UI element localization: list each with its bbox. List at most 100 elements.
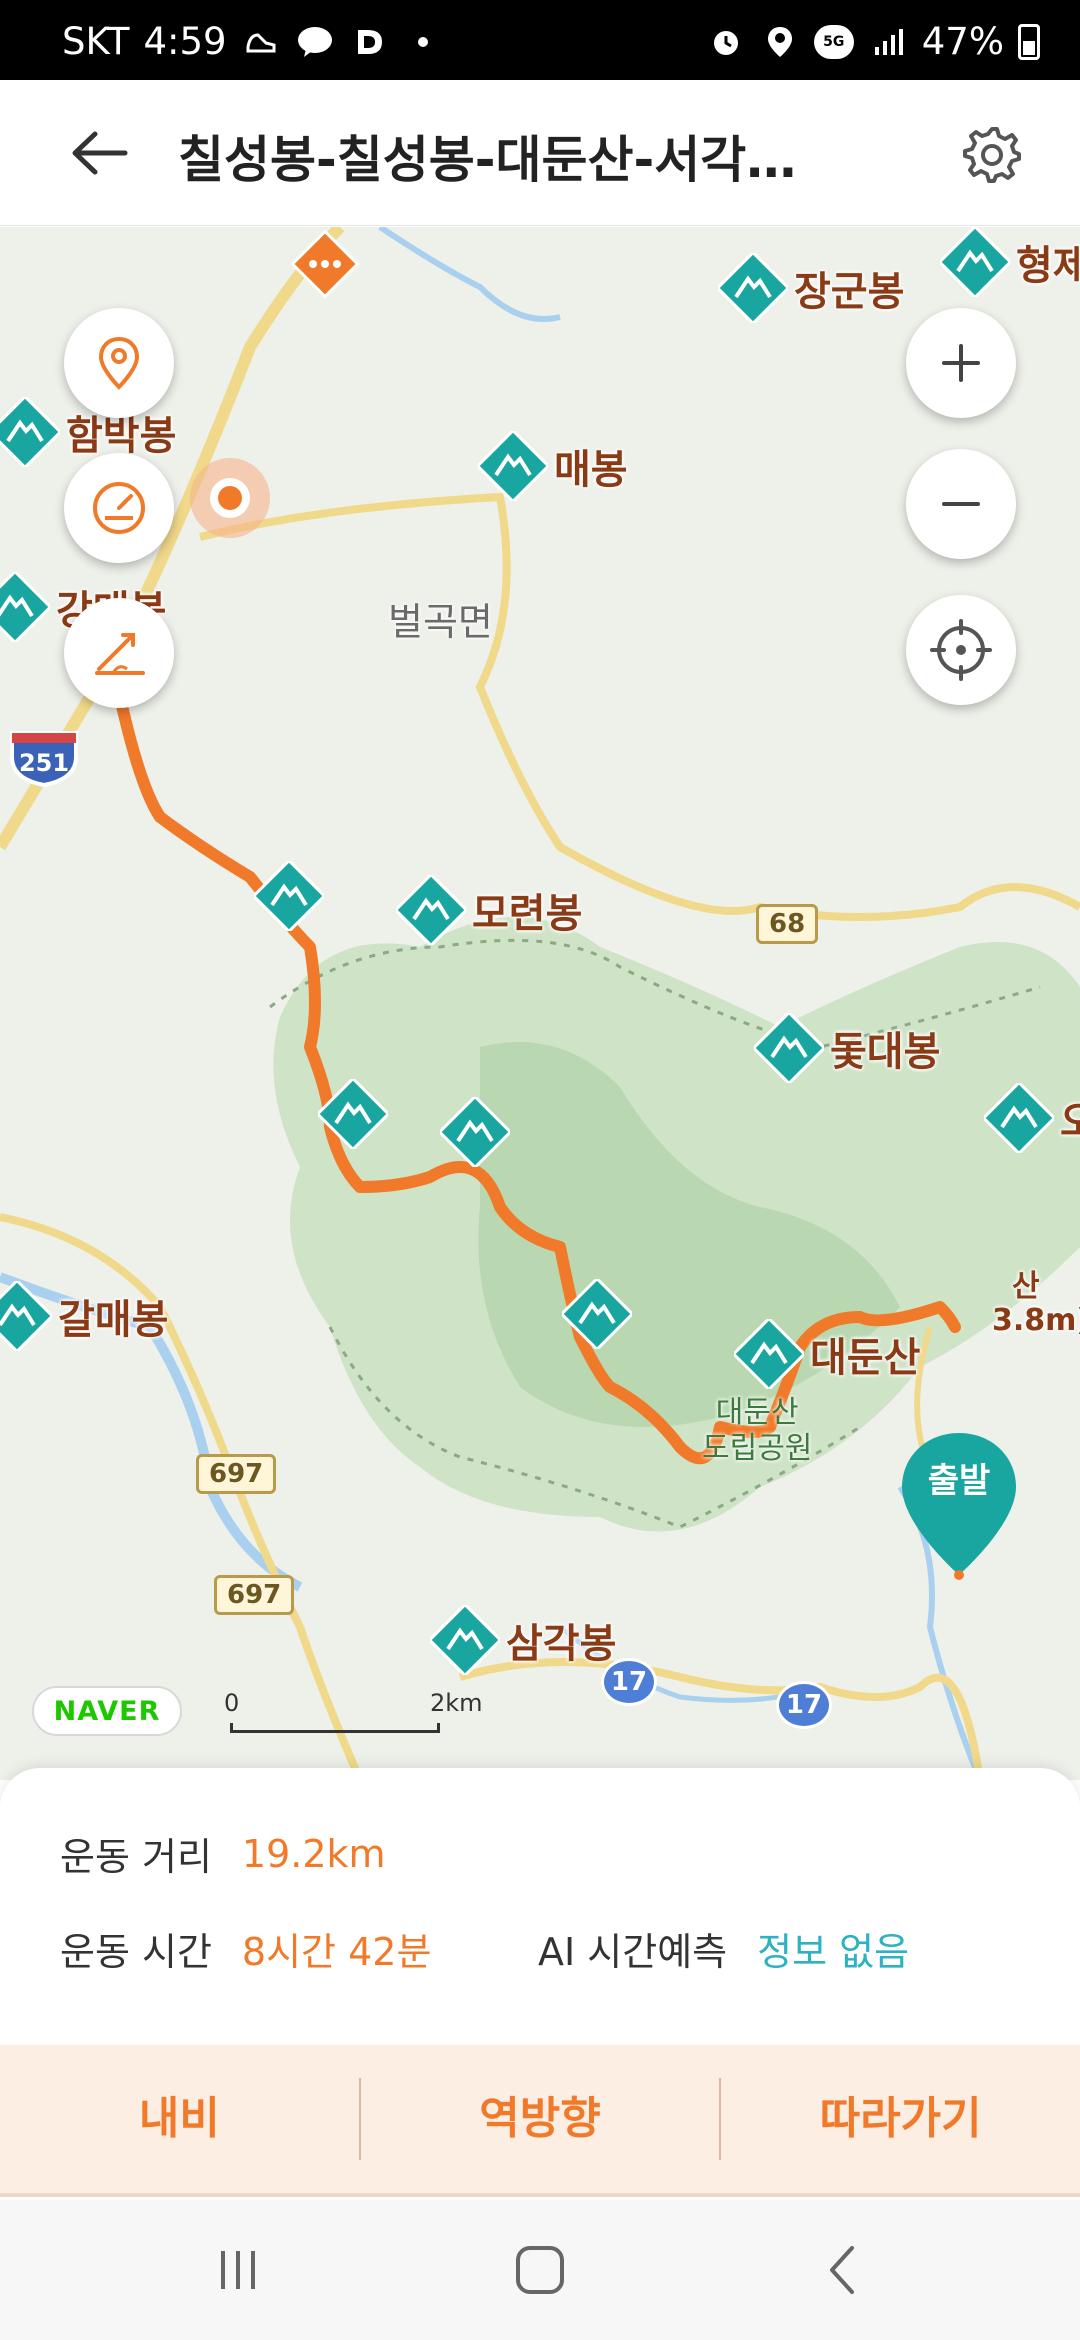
mountain-icon <box>0 1281 52 1351</box>
peak-marker[interactable]: 대둔산 <box>734 1319 920 1389</box>
peak-marker[interactable]: 오 <box>984 1083 1080 1153</box>
mountain-icon <box>396 875 466 945</box>
location-status-icon <box>760 22 800 62</box>
waypoint-mountain-icon[interactable] <box>562 1279 632 1349</box>
peak-label: 모련봉 <box>472 891 583 937</box>
mountain-icon <box>478 431 548 501</box>
action-bar: 내비 역방향 따라가기 <box>0 2045 1080 2197</box>
time-value: 8시간 42분 <box>241 1930 432 1974</box>
peak-label: 대둔산 <box>810 1335 921 1381</box>
battery-icon <box>1018 23 1040 60</box>
zoom-out-button[interactable] <box>906 449 1016 559</box>
road-number: 697 <box>214 1575 295 1615</box>
park-label: 대둔산 도립공원 <box>702 1395 812 1467</box>
carrier-label: SKT <box>62 20 130 63</box>
system-back-icon[interactable] <box>802 2240 882 2300</box>
recents-icon[interactable] <box>198 2240 278 2300</box>
waypoint-mountain-icon[interactable] <box>254 861 324 931</box>
road-number: 697 <box>196 1454 277 1494</box>
map-view[interactable]: 형제 장군봉 함박봉 매봉 강매봉 모련봉 돛대봉 오 갈매봉 대둔산 삼각봉 <box>0 227 1080 1780</box>
clock: 4:59 <box>143 20 227 63</box>
scale-max: 2km <box>430 1689 483 1717</box>
naver-logo: NAVER <box>32 1686 182 1736</box>
battery-percent: 47% <box>921 20 1004 63</box>
ai-value: 정보 없음 <box>757 1930 910 1974</box>
alarm-icon <box>706 22 746 62</box>
elevation-label-partial: 산 <box>1012 1269 1040 1304</box>
mountain-icon <box>734 1319 804 1389</box>
peak-label: 오 <box>1060 1099 1080 1145</box>
peak-label: 갈매봉 <box>58 1297 169 1343</box>
peak-label: 삼각봉 <box>506 1621 617 1667</box>
gear-icon[interactable] <box>960 122 1024 186</box>
speedometer-button[interactable] <box>64 453 174 563</box>
signal-icon <box>868 22 908 62</box>
road-number: 17 <box>776 1681 832 1729</box>
time-row: 운동 시간 8시간 42분 <box>60 1921 431 1976</box>
crosshair-icon <box>930 619 992 681</box>
ai-row: AI 시간예측 정보 없음 <box>538 1921 909 1976</box>
location-pin-button[interactable] <box>64 308 174 418</box>
page-title: 칠성봉-칠성봉-대둔산-서각… <box>178 131 797 189</box>
mountain-icon <box>0 397 60 467</box>
peak-marker[interactable]: 돛대봉 <box>754 1013 940 1083</box>
peak-label: 매봉 <box>554 447 628 493</box>
peak-marker[interactable]: 형제 <box>940 227 1080 297</box>
peak-label: 형제 <box>1016 243 1080 289</box>
distance-value: 19.2km <box>241 1831 386 1876</box>
talk-icon <box>295 22 335 62</box>
dot-icon <box>403 22 443 62</box>
elevation-label-partial: 3.8m) <box>992 1303 1080 1338</box>
poi-diamond-icon[interactable] <box>288 227 362 301</box>
current-location-icon <box>190 458 270 538</box>
mountain-icon <box>754 1013 824 1083</box>
mountain-icon <box>940 227 1010 297</box>
scale-min: 0 <box>224 1689 240 1717</box>
peak-marker[interactable]: 삼각봉 <box>430 1605 616 1675</box>
park-label-line2: 도립공원 <box>702 1431 813 1466</box>
mountain-icon <box>718 253 788 323</box>
reverse-button[interactable]: 역방향 <box>361 2079 720 2159</box>
d-app-icon <box>349 22 389 62</box>
peak-marker[interactable]: 매봉 <box>478 431 628 501</box>
elevation-icon <box>95 633 145 675</box>
network-badge: 5G <box>813 24 854 59</box>
peak-marker[interactable]: 갈매봉 <box>0 1281 168 1351</box>
start-label: 출발 <box>927 1461 991 1501</box>
plus-icon <box>942 344 980 382</box>
info-panel: 운동 거리 19.2km 운동 시간 8시간 42분 AI 시간예측 정보 없음 <box>0 1768 1080 2044</box>
peak-label: 장군봉 <box>794 269 905 315</box>
mountain-icon <box>984 1083 1054 1153</box>
home-icon[interactable] <box>500 2240 580 2300</box>
peak-marker[interactable]: 모련봉 <box>396 875 582 945</box>
mountain-icon <box>0 572 50 642</box>
park-label-line1: 대둔산 <box>715 1395 799 1430</box>
scale-line <box>230 1723 440 1733</box>
zoom-in-button[interactable] <box>906 308 1016 418</box>
start-pin[interactable]: 출발 <box>898 1429 1020 1581</box>
recenter-button[interactable] <box>906 595 1016 705</box>
road-number: 17 <box>601 1658 657 1706</box>
header: 칠성봉-칠성봉-대둔산-서각… <box>0 80 1080 226</box>
distance-row: 운동 거리 19.2km <box>60 1826 386 1881</box>
back-arrow-icon[interactable] <box>66 120 132 186</box>
place-label: 벌곡면 <box>388 600 493 644</box>
peak-marker[interactable]: 장군봉 <box>718 253 904 323</box>
waypoint-mountain-icon[interactable] <box>440 1097 510 1167</box>
minus-icon <box>942 502 980 506</box>
distance-label: 운동 거리 <box>60 1835 212 1879</box>
follow-button[interactable]: 따라가기 <box>721 2079 1080 2159</box>
navi-button[interactable]: 내비 <box>0 2079 359 2159</box>
mountain-icon <box>430 1605 500 1675</box>
system-nav-bar <box>0 2200 1080 2340</box>
location-pin-icon <box>98 336 140 390</box>
shoe-icon <box>241 22 281 62</box>
speedometer-icon <box>93 482 145 534</box>
start-pin-icon <box>902 1433 1016 1580</box>
elevation-button[interactable] <box>64 598 174 708</box>
waypoint-mountain-icon[interactable] <box>318 1079 388 1149</box>
time-label: 운동 시간 <box>60 1930 212 1974</box>
status-bar: SKT 4:59 5G 47% <box>0 0 1080 80</box>
ai-label: AI 시간예측 <box>538 1930 728 1974</box>
peak-label: 돛대봉 <box>830 1029 941 1075</box>
